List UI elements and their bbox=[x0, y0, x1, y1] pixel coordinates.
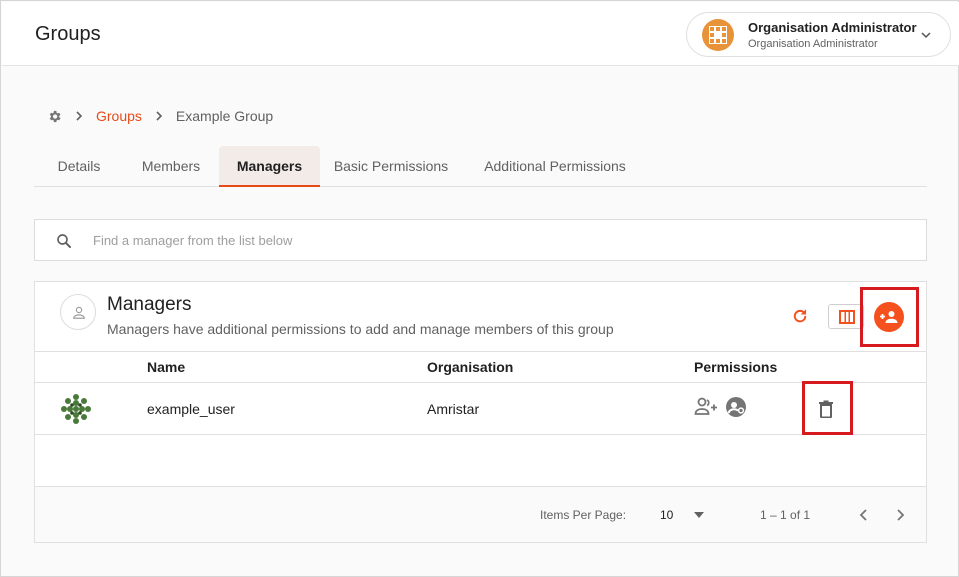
caret-down-icon bbox=[694, 512, 704, 518]
search-input[interactable] bbox=[93, 228, 893, 252]
chevron-right-icon bbox=[156, 111, 163, 121]
manage-permissions-icon bbox=[726, 397, 746, 417]
tab-managers[interactable]: Managers bbox=[219, 146, 320, 187]
chevron-right-icon bbox=[76, 111, 83, 121]
items-per-page-value: 10 bbox=[660, 508, 674, 522]
table-row[interactable]: example_user Amristar bbox=[35, 383, 926, 435]
chevron-right-icon[interactable] bbox=[891, 506, 909, 524]
items-per-page-label: Items Per Page: bbox=[540, 508, 627, 522]
tab-bar: Details Members Managers Basic Permissio… bbox=[34, 146, 927, 187]
columns-icon bbox=[839, 310, 855, 324]
person-outline-icon bbox=[73, 306, 85, 319]
top-bar: Groups Organisation Administrator Organi… bbox=[2, 2, 959, 66]
items-per-page-select[interactable]: 10 bbox=[660, 505, 715, 525]
tab-basic-permissions[interactable]: Basic Permissions bbox=[326, 146, 456, 186]
card-avatar bbox=[60, 294, 96, 330]
breadcrumb-current: Example Group bbox=[175, 108, 274, 124]
breadcrumb-groups-link[interactable]: Groups bbox=[96, 108, 142, 124]
row-name: example_user bbox=[147, 401, 235, 417]
app-frame: Groups Organisation Administrator Organi… bbox=[0, 0, 959, 577]
chevron-left-icon[interactable] bbox=[855, 506, 873, 524]
org-logo-icon bbox=[702, 19, 734, 51]
pagination: Items Per Page: 10 1 – 1 of 1 bbox=[35, 486, 926, 542]
add-member-icon bbox=[694, 397, 717, 415]
user-menu[interactable]: Organisation Administrator Organisation … bbox=[686, 12, 951, 57]
card-subtitle: Managers have additional permissions to … bbox=[107, 321, 614, 337]
user-role: Organisation Administrator bbox=[748, 38, 878, 50]
column-header-name[interactable]: Name bbox=[147, 359, 185, 375]
user-name: Organisation Administrator bbox=[748, 20, 917, 35]
tab-additional-permissions[interactable]: Additional Permissions bbox=[474, 146, 636, 186]
chevron-down-icon[interactable] bbox=[919, 28, 933, 42]
row-organisation: Amristar bbox=[427, 401, 480, 417]
page-title: Groups bbox=[35, 23, 101, 45]
gear-icon[interactable] bbox=[47, 109, 62, 124]
card-title: Managers bbox=[107, 294, 192, 315]
search-box bbox=[34, 219, 927, 261]
add-manager-button[interactable] bbox=[874, 302, 904, 332]
user-avatar-icon bbox=[61, 394, 91, 424]
tab-details[interactable]: Details bbox=[34, 146, 124, 186]
column-header-permissions: Permissions bbox=[694, 359, 778, 375]
column-header-organisation[interactable]: Organisation bbox=[427, 359, 513, 375]
add-person-icon bbox=[880, 311, 898, 323]
page-range: 1 – 1 of 1 bbox=[760, 508, 811, 522]
refresh-icon[interactable] bbox=[791, 307, 809, 325]
delete-icon[interactable] bbox=[818, 400, 834, 418]
breadcrumb: Groups Example Group bbox=[47, 106, 273, 126]
search-icon bbox=[57, 234, 71, 248]
columns-button[interactable] bbox=[828, 304, 864, 329]
tab-members[interactable]: Members bbox=[127, 146, 215, 186]
managers-card: Managers Managers have additional permis… bbox=[34, 281, 927, 543]
table-header: Name Organisation Permissions bbox=[35, 351, 926, 383]
